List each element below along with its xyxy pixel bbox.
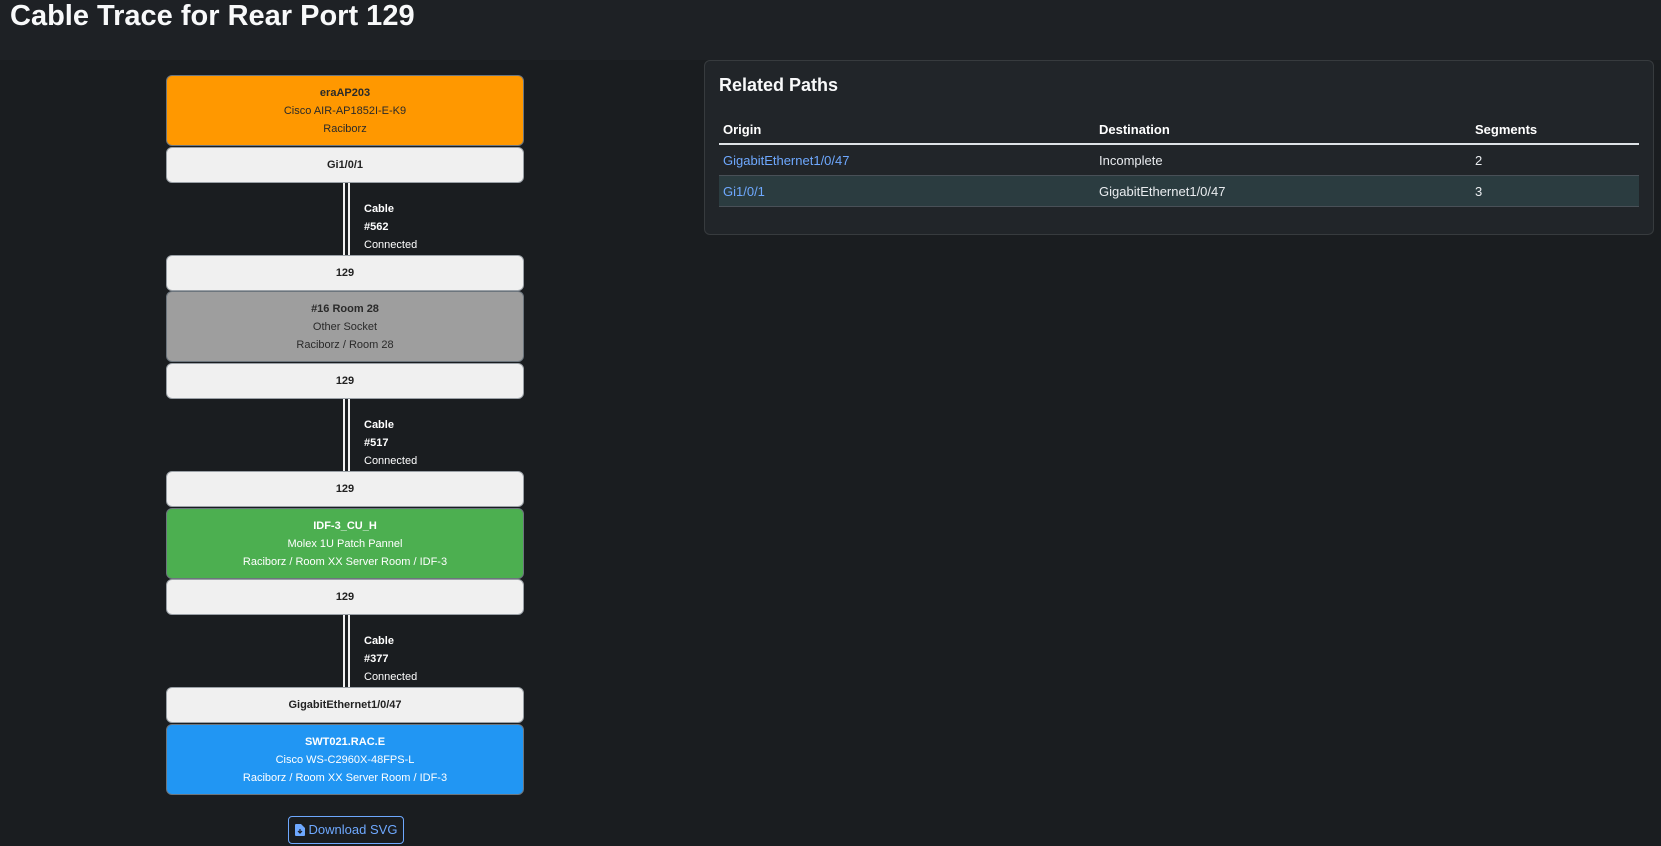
device-location: Raciborz / Room 28 [296, 339, 394, 351]
related-paths-table: Origin Destination Segments GigabitEther… [719, 115, 1639, 207]
device-type: Molex 1U Patch Pannel [287, 538, 403, 550]
cable-line [343, 615, 345, 687]
device-name: IDF-3_CU_H [313, 520, 377, 532]
table-row: Gi1/0/1 GigabitEthernet1/0/47 3 [719, 175, 1639, 207]
device-location: Raciborz / Room XX Server Room / IDF-3 [242, 772, 448, 784]
page-title: Cable Trace for Rear Port 129 [10, 0, 415, 32]
cable-label[interactable]: Cable #377 Connected [364, 632, 417, 686]
column-header-origin: Origin [719, 115, 1095, 145]
cable-status: Connected [364, 239, 418, 251]
download-label: Download SVG [308, 822, 398, 837]
device-node-eraap203[interactable]: eraAP203 Cisco AIR-AP1852I-E-K9 Raciborz [166, 75, 524, 146]
related-paths-card: Related Paths Origin Destination Segment… [704, 60, 1654, 235]
cable-line [343, 399, 345, 471]
device-name: #16 Room 28 [311, 303, 379, 315]
segments-cell: 2 [1471, 144, 1639, 176]
port-node[interactable]: 129 [166, 471, 524, 507]
cable-status: Connected [364, 455, 418, 467]
port-node[interactable]: 129 [166, 579, 524, 615]
port-node[interactable]: 129 [166, 255, 524, 291]
device-node-room28[interactable]: #16 Room 28 Other Socket Raciborz / Room… [166, 291, 524, 362]
cable-line [348, 615, 350, 687]
device-type: Cisco AIR-AP1852I-E-K9 [283, 105, 407, 117]
port-node[interactable]: 129 [166, 363, 524, 399]
destination-cell: Incomplete [1095, 144, 1471, 176]
device-type: Other Socket [312, 321, 378, 333]
download-svg-button[interactable]: Download SVG [288, 816, 404, 844]
cable-line [343, 183, 345, 255]
origin-link[interactable]: GigabitEthernet1/0/47 [723, 153, 849, 168]
cable-label[interactable]: Cable #517 Connected [364, 416, 417, 470]
cable-id: Cable #517 [364, 419, 394, 449]
port-node[interactable]: GigabitEthernet1/0/47 [166, 687, 524, 723]
column-header-segments: Segments [1471, 115, 1639, 145]
cable-id: Cable #562 [364, 203, 394, 233]
destination-cell: GigabitEthernet1/0/47 [1095, 175, 1471, 207]
cable-line [348, 183, 350, 255]
device-location: Raciborz [323, 123, 367, 135]
origin-cell: GigabitEthernet1/0/47 [719, 144, 1095, 176]
origin-cell: Gi1/0/1 [719, 175, 1095, 207]
file-icon [294, 824, 305, 836]
cable-label[interactable]: Cable #562 Connected [364, 200, 417, 254]
port-node[interactable]: Gi1/0/1 [166, 147, 524, 183]
related-paths-title: Related Paths [719, 75, 839, 95]
device-node-idf3[interactable]: IDF-3_CU_H Molex 1U Patch Pannel Racibor… [166, 508, 524, 579]
device-node-switch[interactable]: SWT021.RAC.E Cisco WS-C2960X-48FPS-L Rac… [166, 724, 524, 795]
device-location: Raciborz / Room XX Server Room / IDF-3 [242, 556, 448, 568]
device-name: eraAP203 [319, 87, 371, 99]
origin-link[interactable]: Gi1/0/1 [723, 184, 765, 199]
table-row: GigabitEthernet1/0/47 Incomplete 2 [719, 144, 1639, 176]
page-header: Cable Trace for Rear Port 129 [0, 0, 1661, 60]
cable-status: Connected [364, 671, 418, 683]
column-header-destination: Destination [1095, 115, 1471, 145]
segments-cell: 3 [1471, 175, 1639, 207]
device-type: Cisco WS-C2960X-48FPS-L [275, 754, 415, 766]
device-name: SWT021.RAC.E [304, 736, 386, 748]
table-header-row: Origin Destination Segments [719, 115, 1639, 145]
cable-line [348, 399, 350, 471]
cable-id: Cable #377 [364, 635, 394, 665]
